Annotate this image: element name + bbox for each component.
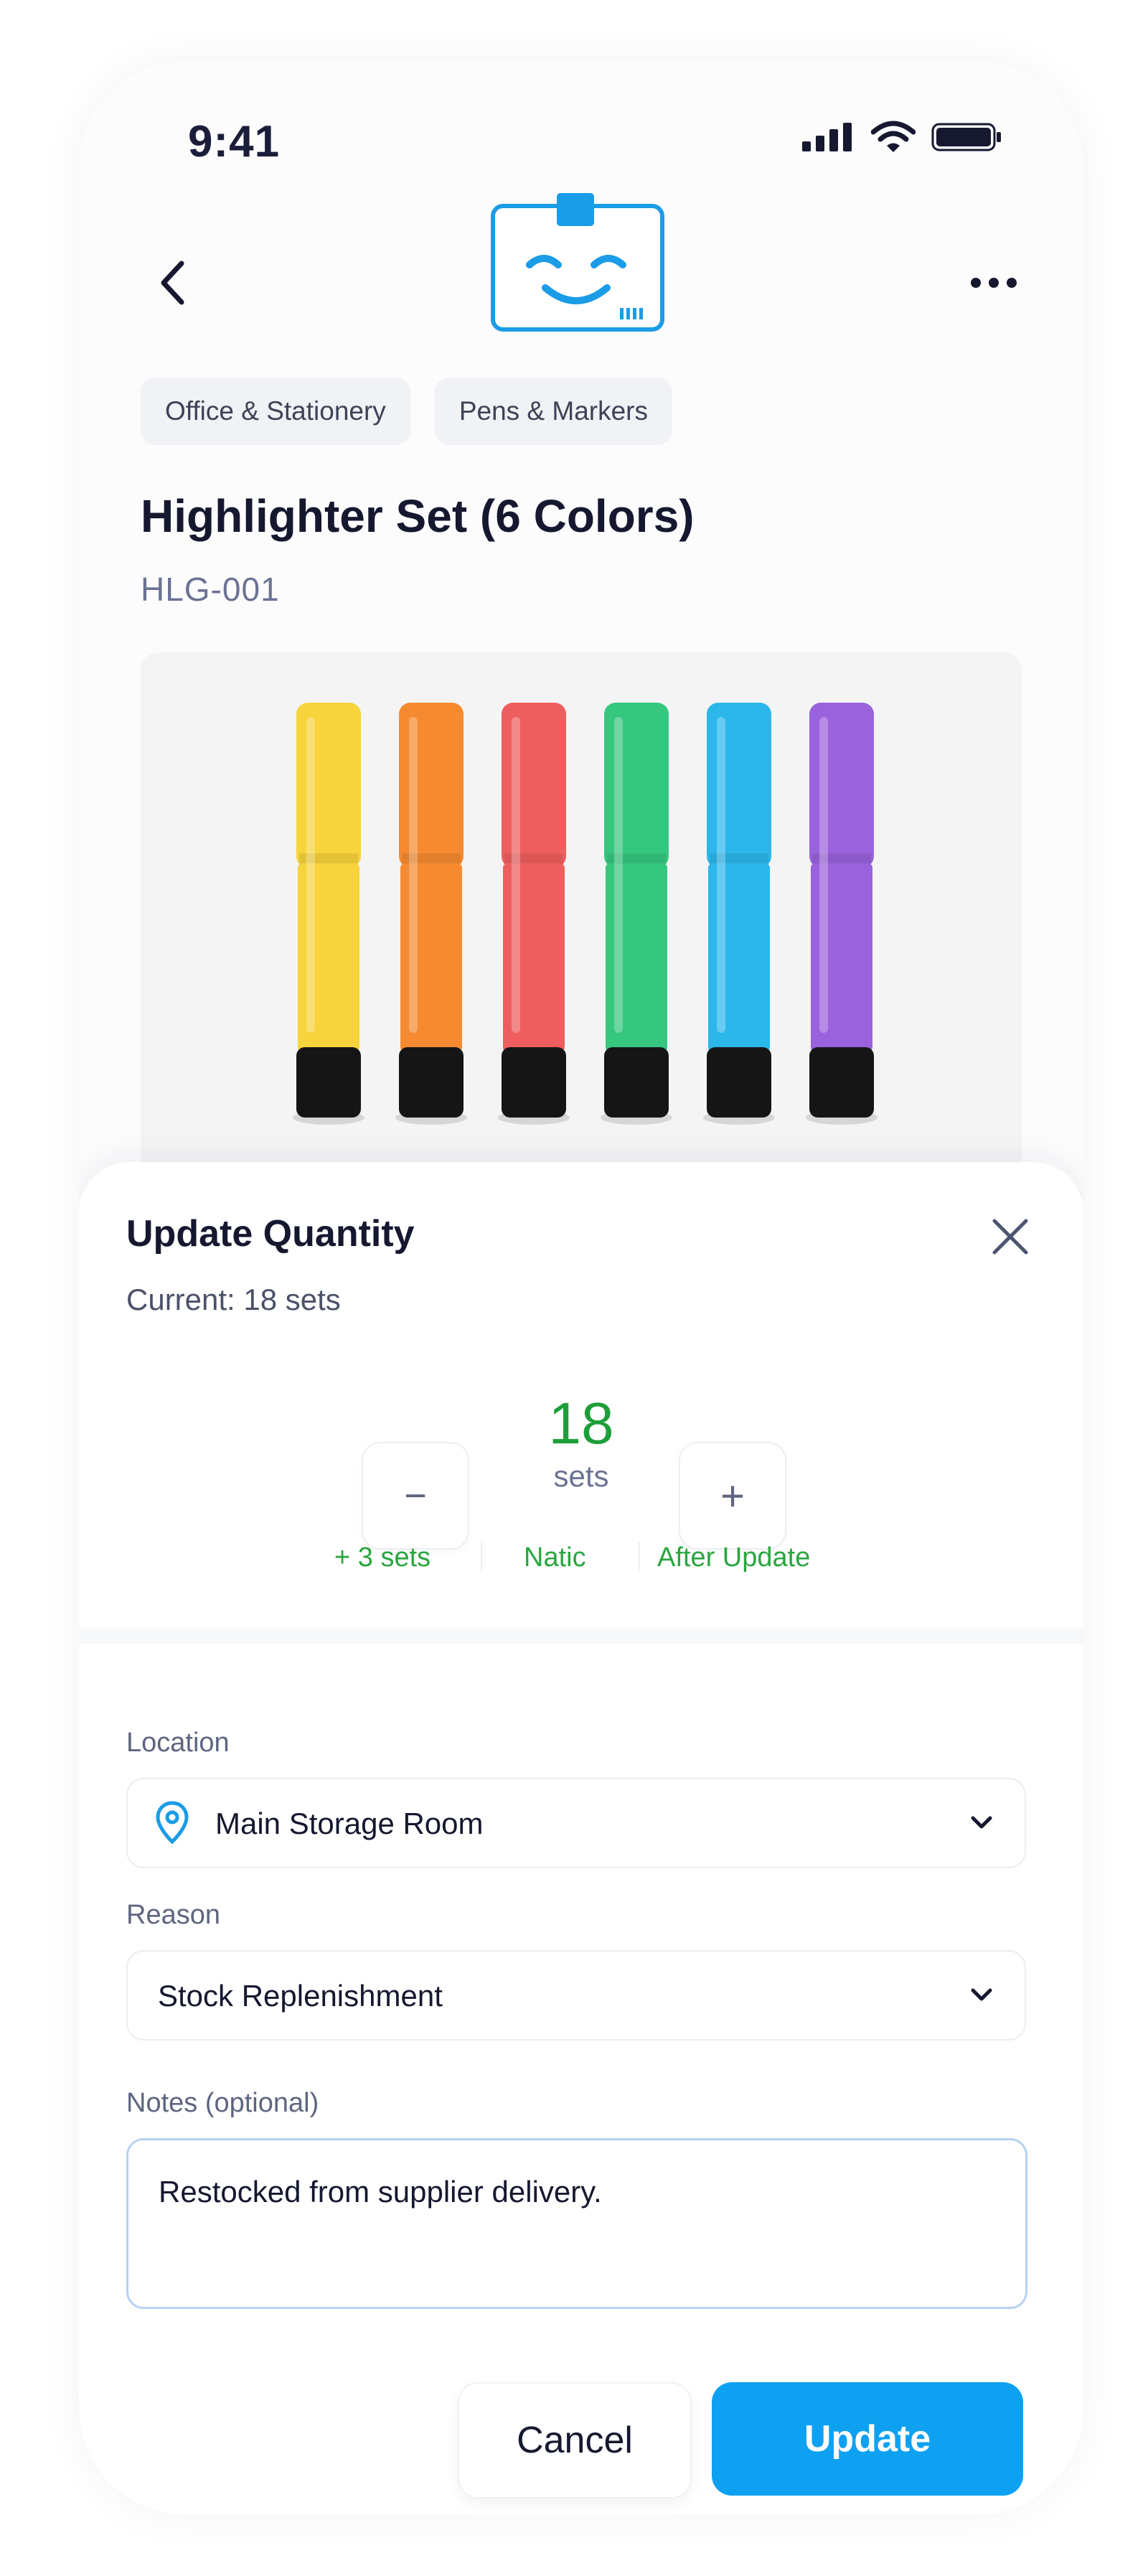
reason-value: Stock Replenishment: [158, 1979, 443, 2013]
close-icon: [992, 1219, 1028, 1255]
reason-select[interactable]: Stock Replenishment: [126, 1950, 1026, 2041]
subcategory-chip[interactable]: Pens & Markers: [434, 378, 673, 445]
highlighters-illustration: [293, 703, 878, 1125]
chevron-down-icon: [971, 1816, 992, 1829]
category-chip[interactable]: Office & Stationery: [141, 378, 410, 445]
decrement-button[interactable]: −: [362, 1442, 469, 1550]
summary-divider: [639, 1542, 640, 1571]
notes-value: Restocked from supplier delivery.: [159, 2175, 602, 2209]
minus-icon: −: [404, 1474, 427, 1517]
wifi-icon: [871, 121, 916, 152]
highlighter-marker: [601, 703, 672, 1125]
status-icons: [801, 121, 1003, 154]
section-divider: [79, 1629, 1083, 1644]
reason-label: Reason: [126, 1900, 220, 1930]
update-quantity-sheet: Update Quantity Current: 18 sets − 18 se…: [79, 1162, 1083, 2515]
after-update-label: After Update: [657, 1542, 811, 1573]
highlighter-marker: [293, 703, 364, 1125]
current-quantity: Current: 18 sets: [126, 1283, 341, 1316]
close-button[interactable]: [980, 1207, 1040, 1267]
breadcrumb: Office & Stationery Pens & Markers: [141, 378, 673, 445]
update-button[interactable]: Update: [712, 2382, 1023, 2496]
highlighter-marker: [395, 703, 467, 1125]
chevron-left-icon: [161, 261, 184, 305]
location-label: Location: [126, 1728, 230, 1758]
app-logo: [488, 186, 667, 337]
quantity-unit: sets: [553, 1459, 609, 1493]
plus-icon: +: [720, 1472, 745, 1519]
battery-icon: [931, 123, 1001, 151]
summary-divider: [481, 1542, 482, 1571]
more-options-button[interactable]: [954, 243, 1033, 322]
notes-textarea[interactable]: Restocked from supplier delivery.: [126, 2138, 1027, 2309]
increment-button[interactable]: +: [679, 1442, 786, 1550]
location-select[interactable]: Main Storage Room: [126, 1778, 1026, 1868]
product-image: [141, 652, 1022, 1176]
cancel-button[interactable]: Cancel: [458, 2382, 692, 2498]
summary-mid-text: Natic: [524, 1542, 586, 1573]
product-sku: HLG-001: [141, 571, 280, 608]
quantity-value[interactable]: 18: [452, 1390, 710, 1458]
phone-frame: 9:41 Office & Stationery Pens & Markers …: [79, 60, 1083, 2515]
smiley-box-icon: [491, 193, 664, 332]
highlighter-marker: [806, 703, 878, 1125]
back-button[interactable]: [144, 243, 201, 322]
chevron-down-icon: [971, 1988, 992, 2001]
more-horizontal-icon: [971, 278, 1017, 288]
change-amount: + 3 sets: [334, 1542, 431, 1573]
product-title: Highlighter Set (6 Colors): [141, 490, 695, 542]
sheet-title: Update Quantity: [126, 1213, 415, 1255]
location-pin-icon: [156, 1801, 189, 1844]
highlighter-marker: [498, 703, 570, 1125]
notes-label: Notes (optional): [126, 2088, 319, 2118]
status-time: 9:41: [188, 117, 281, 167]
location-value: Main Storage Room: [215, 1807, 484, 1840]
highlighter-marker: [703, 703, 775, 1125]
signal-icon: [802, 123, 852, 151]
